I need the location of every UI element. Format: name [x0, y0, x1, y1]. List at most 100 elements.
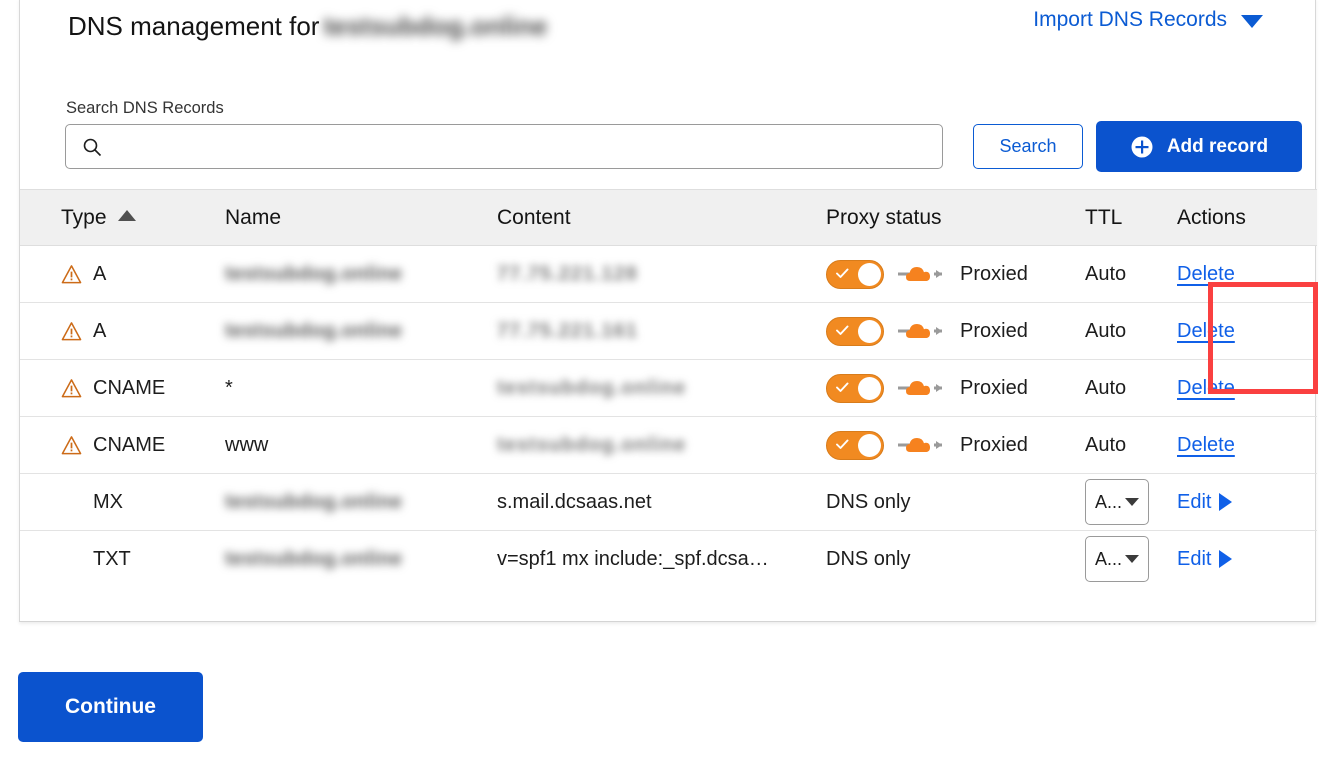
table-row: CNAME www testsubdog.online Proxied Auto Dele… [20, 416, 1317, 474]
redacted-record-content: 77.75.221.128 [497, 262, 638, 285]
record-content-label: s.mail.dcsaas.net [497, 490, 652, 513]
ttl-label: Auto [1085, 262, 1127, 285]
cloud-proxied-icon [898, 438, 942, 452]
cell-content: testsubdog.online [497, 359, 826, 417]
chevron-down-icon [1125, 555, 1139, 564]
column-header-type[interactable]: Type [20, 189, 225, 246]
cell-name: testsubdog.online [225, 302, 497, 360]
card-header: DNS management for testsubdog.online Impo… [20, 0, 1315, 64]
ttl-select[interactable]: A... [1085, 479, 1149, 525]
record-name-label: * [225, 376, 233, 399]
redacted-record-content: testsubdog.online [497, 433, 687, 456]
table-row: TXT testsubdog.online v=spf1 mx include:_s… [20, 531, 1317, 588]
add-record-button[interactable]: Add record [1096, 121, 1302, 172]
delete-record-link[interactable]: Delete [1177, 377, 1235, 399]
triangle-right-icon [1219, 550, 1233, 569]
record-name-label: www [225, 433, 269, 456]
redacted-record-name: testsubdog.online [225, 319, 403, 342]
toggle-knob [858, 376, 881, 400]
page-title-text: DNS management for [68, 11, 320, 41]
table-header-row: Type Name Content Proxy status TTL Actio… [20, 189, 1317, 246]
triangle-right-icon [1219, 493, 1233, 511]
redacted-record-name: testsubdog.online [225, 490, 403, 513]
edit-record-link[interactable]: Edit [1177, 548, 1233, 571]
proxy-toggle[interactable] [826, 373, 884, 403]
proxy-toggle[interactable] [826, 316, 884, 346]
cell-type: TXT [20, 531, 225, 588]
dns-management-page: DNS management for testsubdog.online Impo… [0, 0, 1332, 757]
column-header-proxy-status[interactable]: Proxy status [826, 189, 1085, 246]
record-type-label: CNAME [93, 376, 166, 399]
delete-record-link[interactable]: Delete [1177, 320, 1235, 342]
cell-name: testsubdog.online [225, 245, 497, 303]
record-content-label: v=spf1 mx include:_spf.dcsa… [497, 547, 769, 570]
column-header-name[interactable]: Name [225, 189, 497, 246]
cell-type: MX [20, 473, 225, 531]
ttl-select[interactable]: A... [1085, 536, 1149, 583]
cell-content: s.mail.dcsaas.net [497, 473, 826, 531]
delete-record-link[interactable]: Delete [1177, 263, 1235, 285]
cell-proxy-status: Proxied [826, 416, 1085, 474]
continue-button[interactable]: Continue [18, 672, 203, 742]
cell-name: * [225, 359, 497, 417]
search-area: Search DNS Records Search Add record [20, 64, 1315, 189]
column-header-content[interactable]: Content [497, 189, 826, 246]
cell-name: testsubdog.online [225, 473, 497, 531]
search-label: Search DNS Records [66, 99, 224, 117]
cell-name: www [225, 416, 497, 474]
proxy-status-label: DNS only [826, 547, 911, 570]
proxy-status-label: Proxied [960, 262, 1028, 285]
proxy-toggle[interactable] [826, 259, 884, 289]
cloud-proxied-icon [898, 381, 942, 395]
check-icon [836, 382, 849, 392]
proxy-status-label: Proxied [960, 376, 1028, 399]
column-header-ttl[interactable]: TTL [1085, 189, 1177, 246]
check-icon [836, 439, 849, 449]
cell-type: A [20, 245, 225, 303]
cell-type: A [20, 302, 225, 360]
cell-content: testsubdog.online [497, 416, 826, 474]
cell-actions: Delete [1177, 302, 1317, 360]
cell-content: v=spf1 mx include:_spf.dcsa… [497, 531, 826, 588]
column-header-actions: Actions [1177, 189, 1317, 246]
warning-triangle-icon [61, 435, 82, 454]
cell-proxy-status: DNS only [826, 473, 1085, 531]
cell-ttl: A... [1085, 473, 1177, 531]
dns-records-table: Type Name Content Proxy status TTL Actio… [20, 189, 1317, 588]
delete-record-link[interactable]: Delete [1177, 434, 1235, 456]
table-row: CNAME * testsubdog.online Proxied Auto Delete [20, 359, 1317, 417]
cell-ttl: A... [1085, 531, 1177, 588]
redacted-record-content: testsubdog.online [497, 376, 687, 399]
edit-record-link[interactable]: Edit [1177, 491, 1233, 514]
table-row: Atestsubdog.online 77.75.221.161 Proxied Au… [20, 302, 1317, 360]
toggle-knob [858, 319, 881, 343]
cell-ttl: Auto [1085, 359, 1177, 417]
ttl-select-value: A... [1094, 491, 1122, 512]
proxy-toggle[interactable] [826, 430, 884, 460]
cloud-proxied-icon [898, 324, 942, 338]
table-row: MX testsubdog.online s.mail.dcsaas.net DNS … [20, 473, 1317, 531]
chevron-down-icon [1125, 498, 1139, 506]
ttl-label: Auto [1085, 433, 1127, 456]
cell-type: CNAME [20, 416, 225, 474]
redacted-record-name: testsubdog.online [225, 547, 403, 570]
import-dns-records-button[interactable]: Import DNS Records [1033, 8, 1263, 32]
cell-actions: Edit [1177, 531, 1317, 588]
warning-placeholder [61, 492, 82, 513]
record-type-label: MX [93, 490, 123, 513]
search-button[interactable]: Search [973, 124, 1083, 169]
check-icon [836, 325, 849, 335]
cell-ttl: Auto [1085, 302, 1177, 360]
cell-ttl: Auto [1085, 416, 1177, 474]
search-input-wrapper[interactable] [65, 124, 943, 169]
search-icon [83, 138, 102, 156]
add-record-label: Add record [1166, 135, 1269, 157]
cell-proxy-status: Proxied [826, 359, 1085, 417]
record-type-label: A [93, 319, 107, 342]
toggle-knob [858, 262, 881, 286]
cell-type: CNAME [20, 359, 225, 417]
cloud-proxied-icon [898, 267, 942, 281]
search-input[interactable] [102, 125, 942, 168]
warning-triangle-icon [61, 321, 82, 340]
cell-ttl: Auto [1085, 245, 1177, 303]
